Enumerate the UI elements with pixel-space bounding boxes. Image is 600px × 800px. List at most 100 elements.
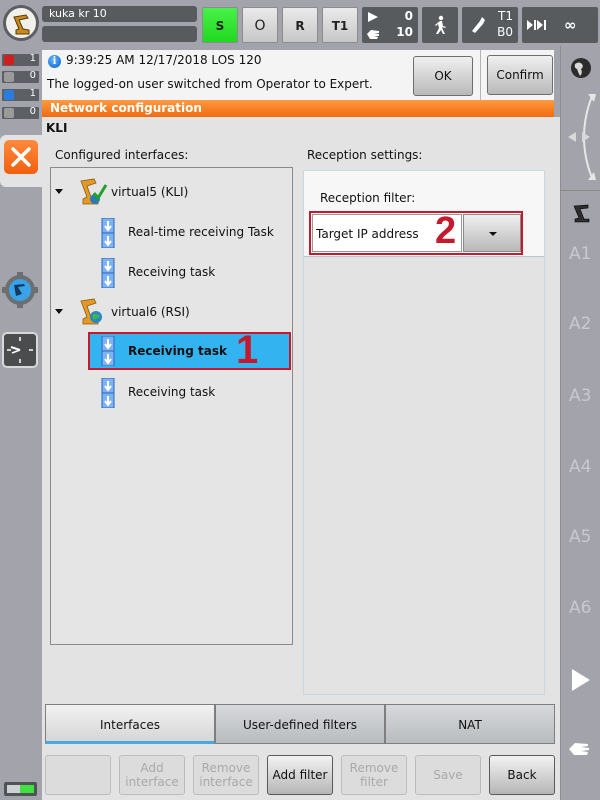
configured-interfaces-label: Configured interfaces:	[55, 148, 189, 162]
close-icon	[11, 147, 31, 167]
add-interface-button[interactable]: Add interface	[119, 755, 185, 795]
expand-arrow-icon[interactable]	[55, 189, 63, 194]
hand-icon[interactable]	[568, 740, 592, 758]
program-run-value: 0	[404, 9, 413, 23]
jog-keys-sidebar: A1 A2 A3 A4 A5 A6	[560, 46, 600, 800]
tree-item-virtual5[interactable]: virtual5 (KLI)	[51, 174, 292, 212]
hand-icon	[367, 30, 379, 39]
save-button[interactable]: Save	[415, 755, 481, 795]
warning-message-counter[interactable]: 0	[2, 70, 39, 83]
receiving-task-icon	[101, 258, 115, 288]
battery-status	[4, 782, 37, 796]
globe-icon[interactable]	[570, 57, 592, 79]
tree-item-receiving-task[interactable]: Receiving task	[51, 254, 292, 292]
tool-base-tile[interactable]: T1 B0	[462, 7, 518, 43]
tree-item-label: Receiving task	[128, 344, 227, 358]
error-icon	[4, 55, 14, 65]
variable-display-button[interactable]	[2, 332, 38, 372]
tree-item-label: virtual6 (RSI)	[111, 305, 190, 319]
blank-button[interactable]	[45, 755, 111, 795]
robot-interpreter-button[interactable]: R	[282, 7, 318, 43]
reception-settings-panel: Reception filter: Target IP address 2	[303, 170, 545, 695]
tree-item-receiving-task[interactable]: Receiving task	[51, 374, 292, 412]
dialog-message-counter[interactable]: 0	[2, 106, 39, 119]
reception-filter-label: Reception filter:	[320, 191, 416, 205]
walking-person-icon	[435, 15, 446, 34]
robot-subtitle-field[interactable]	[42, 26, 197, 42]
page-subtitle: KLI	[46, 121, 68, 135]
info-icon: i	[48, 55, 61, 68]
message-divider	[480, 50, 481, 100]
message-window: i 9:39:25 AM 12/17/2018 LOS 120 The logg…	[42, 50, 554, 100]
tab-nat[interactable]: NAT	[385, 704, 555, 744]
reception-filter-dropdown[interactable]: Target IP address 2	[309, 211, 523, 255]
axis-label-a2[interactable]: A2	[569, 314, 591, 334]
window-title: Network configuration	[42, 100, 554, 117]
increment-icon	[527, 20, 546, 30]
submit-interpreter-button[interactable]: S	[202, 7, 238, 43]
kuka-logo-button[interactable]	[3, 5, 39, 41]
robot-name[interactable]: kuka kr 10	[42, 6, 197, 22]
gear-robot-icon	[2, 272, 38, 308]
axis-label-a6[interactable]: A6	[569, 598, 591, 618]
battery-empty-segment	[7, 785, 20, 793]
close-button[interactable]	[4, 140, 38, 174]
space-mouse-arrows-icon[interactable]	[564, 92, 598, 182]
start-play-icon[interactable]	[571, 668, 591, 692]
tree-item-label: Real-time receiving Task	[128, 225, 274, 239]
play-icon	[368, 12, 378, 22]
confirm-all-button[interactable]: Confirm all	[487, 55, 553, 120]
annotation-marker-2: 2	[435, 210, 457, 252]
clock-icon	[2, 332, 38, 368]
tool-icon	[472, 17, 485, 33]
program-override-tile[interactable]: 0 10	[362, 7, 418, 43]
ok-button[interactable]: OK	[413, 56, 473, 96]
close-tab	[0, 135, 42, 187]
axis-label-a5[interactable]: A5	[569, 527, 591, 547]
annotation-marker-1: 1	[236, 328, 259, 372]
tree-item-receiving-task-selected[interactable]: Receiving task 1	[88, 328, 291, 372]
tab-interfaces[interactable]: Interfaces	[45, 704, 215, 744]
robot-interface-network-icon	[80, 298, 102, 325]
network-configuration-panel: KLI Configured interfaces: Reception set…	[42, 117, 560, 800]
warning-icon	[4, 72, 14, 82]
axis-label-a1[interactable]: A1	[569, 244, 591, 264]
jog-mode-tile[interactable]	[422, 7, 458, 43]
receiving-task-icon	[101, 378, 115, 408]
tree-item-label: Receiving task	[128, 265, 216, 279]
message-text: The logged-on user switched from Operato…	[47, 77, 373, 91]
tree-item-label: virtual5 (KLI)	[111, 185, 189, 199]
tree-item-realtime-receiving-task[interactable]: Real-time receiving Task	[51, 214, 292, 252]
message-timestamp: 9:39:25 AM 12/17/2018 LOS 120	[66, 53, 262, 67]
reception-filter-section: Reception filter: Target IP address 2	[304, 171, 544, 257]
robot-interface-ok-icon	[80, 178, 108, 205]
override-value: 10	[396, 25, 413, 39]
reception-settings-label: Reception settings:	[307, 148, 423, 162]
interfaces-tree[interactable]: virtual5 (KLI) Real-time receiving Task …	[50, 167, 293, 645]
dropdown-arrow-button[interactable]	[463, 214, 521, 252]
base-number: B0	[497, 25, 513, 39]
main-menu-button[interactable]	[2, 272, 38, 312]
axis-label-a3[interactable]: A3	[569, 386, 591, 406]
add-filter-button[interactable]: Add filter	[267, 755, 333, 795]
tool-number: T1	[498, 9, 513, 23]
battery-charge-segment	[20, 785, 34, 793]
top-status-bar: kuka kr 10 S O R T1 0 10 T1 B0 ∞	[0, 0, 600, 46]
error-message-counter[interactable]: 1	[2, 53, 39, 66]
coordinate-system-icon[interactable]	[570, 202, 592, 224]
receiving-task-icon	[101, 218, 115, 248]
back-button[interactable]: Back	[489, 755, 555, 795]
receiving-task-icon	[101, 336, 115, 366]
tree-item-label: Receiving task	[128, 385, 216, 399]
expand-arrow-icon[interactable]	[55, 309, 63, 314]
remove-interface-button[interactable]: Remove interface	[193, 755, 259, 795]
info-message-counter[interactable]: 1	[2, 88, 39, 101]
increment-tile[interactable]: ∞	[522, 7, 598, 43]
axis-label-a4[interactable]: A4	[569, 457, 591, 477]
tab-user-defined-filters[interactable]: User-defined filters	[215, 704, 385, 744]
remove-filter-button[interactable]: Remove filter	[341, 755, 407, 795]
operating-mode-button[interactable]: T1	[322, 7, 358, 43]
drives-status-button[interactable]: O	[242, 7, 278, 43]
tree-item-virtual6[interactable]: virtual6 (RSI)	[51, 294, 292, 332]
robot-arm-icon	[13, 14, 30, 35]
